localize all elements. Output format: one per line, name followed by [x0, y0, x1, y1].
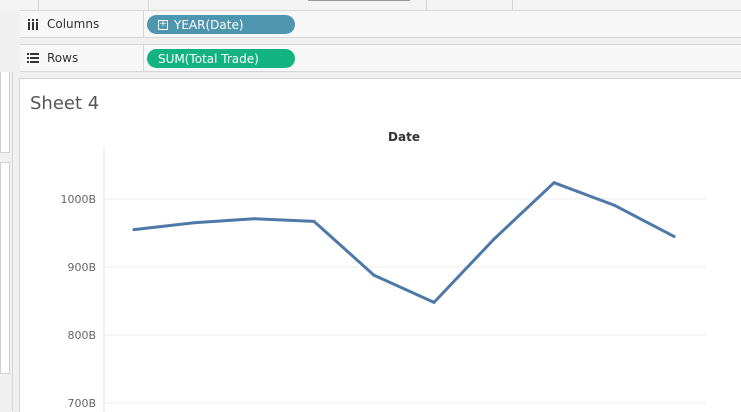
year-date-pill[interactable]: + YEAR(Date): [147, 15, 295, 34]
columns-shelf[interactable]: Columns + YEAR(Date): [20, 10, 741, 38]
sum-total-trade-pill-label: SUM(Total Trade): [158, 51, 259, 66]
pane-box: [0, 72, 10, 153]
data-point: [612, 203, 616, 207]
toolbar-divider: [308, 0, 410, 1]
data-point: [672, 234, 676, 238]
data-point: [252, 217, 256, 221]
data-point: [132, 228, 136, 232]
data-point: [192, 221, 196, 225]
year-date-pill-label: YEAR(Date): [174, 17, 244, 32]
chart-header: Date: [388, 130, 420, 144]
y-tick-label: 900B: [67, 261, 96, 274]
columns-icon: [27, 18, 39, 30]
columns-label: Columns: [47, 17, 100, 31]
pane-box: [0, 162, 10, 374]
toolbar-segment: [512, 0, 514, 10]
toolbar-segment: [426, 0, 513, 10]
rows-shelf[interactable]: Rows SUM(Total Trade): [20, 44, 741, 72]
data-point: [372, 273, 376, 277]
rows-icon: [27, 52, 39, 64]
columns-shelf-label: Columns: [20, 11, 144, 37]
top-toolbar-strip: [0, 0, 741, 10]
rows-label: Rows: [47, 51, 79, 65]
line-chart: Date 1000B 900B 800B 700B: [60, 130, 706, 412]
toolbar-segment: [38, 0, 149, 10]
series-line: [132, 181, 676, 304]
toolbar-segment: [148, 0, 309, 10]
rows-shelf-label: Rows: [20, 45, 144, 71]
data-point: [432, 300, 436, 304]
expand-plus-icon[interactable]: +: [158, 19, 168, 30]
data-point: [552, 181, 556, 185]
y-tick-label: 800B: [67, 329, 96, 342]
y-tick-label: 700B: [67, 397, 96, 410]
sum-total-trade-pill[interactable]: SUM(Total Trade): [147, 49, 295, 68]
data-point: [492, 237, 496, 241]
data-point: [312, 219, 316, 223]
worksheet-view: Sheet 4 Date 1000B 900B 800B 700B: [19, 78, 741, 412]
data-pane-edge: [0, 72, 13, 411]
y-tick-label: 1000B: [60, 193, 96, 206]
